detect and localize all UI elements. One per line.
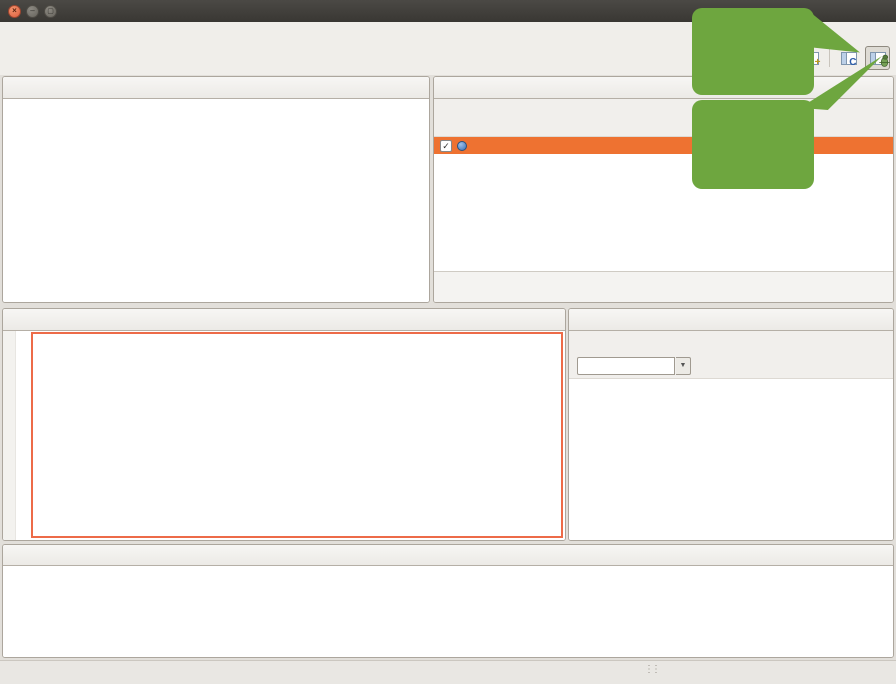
disassembly-view: ▼ — [568, 308, 894, 541]
window-maximize-button[interactable] — [44, 5, 57, 18]
breakpoints-toolbar — [434, 121, 893, 137]
disassembly-header — [569, 309, 893, 331]
callout-switch-debug — [692, 100, 814, 189]
disassembly-toolbar: ▼ — [569, 353, 893, 379]
disassembly-content: ▼ — [569, 331, 893, 540]
location-dropdown[interactable]: ▼ — [676, 357, 691, 375]
location-input[interactable] — [577, 357, 675, 375]
status-bar — [0, 660, 896, 684]
editor-highlight-box — [31, 332, 563, 538]
editor-view — [2, 308, 566, 541]
debug-tree[interactable] — [3, 99, 429, 302]
breakpoints-view: ✓ — [433, 76, 894, 303]
console-view — [2, 544, 894, 658]
breakpoints-list[interactable]: ✓ — [434, 137, 893, 271]
annotation-ruler[interactable] — [3, 331, 16, 540]
breakpoints-content: ✓ — [434, 99, 893, 302]
debug-view — [2, 76, 430, 303]
breakpoint-checkbox[interactable]: ✓ — [440, 140, 452, 152]
editor-header — [3, 309, 565, 331]
window-minimize-button[interactable] — [26, 5, 39, 18]
debug-view-header — [3, 77, 429, 99]
disassembly-rows[interactable] — [569, 379, 893, 540]
callout-switch-cpp — [692, 8, 814, 95]
sash-handle-icon[interactable] — [644, 664, 658, 675]
console-header — [3, 545, 893, 566]
breakpoints-details — [434, 271, 893, 302]
eclipse-window: + C ✓ — [0, 0, 896, 684]
cpp-perspective-icon: C — [841, 52, 857, 65]
console-output[interactable] — [3, 566, 893, 657]
breakpoint-row[interactable]: ✓ — [434, 137, 893, 154]
editor-content[interactable] — [3, 331, 565, 540]
window-close-button[interactable] — [8, 5, 21, 18]
perspective-separator — [829, 49, 830, 67]
breakpoint-icon — [457, 141, 467, 151]
